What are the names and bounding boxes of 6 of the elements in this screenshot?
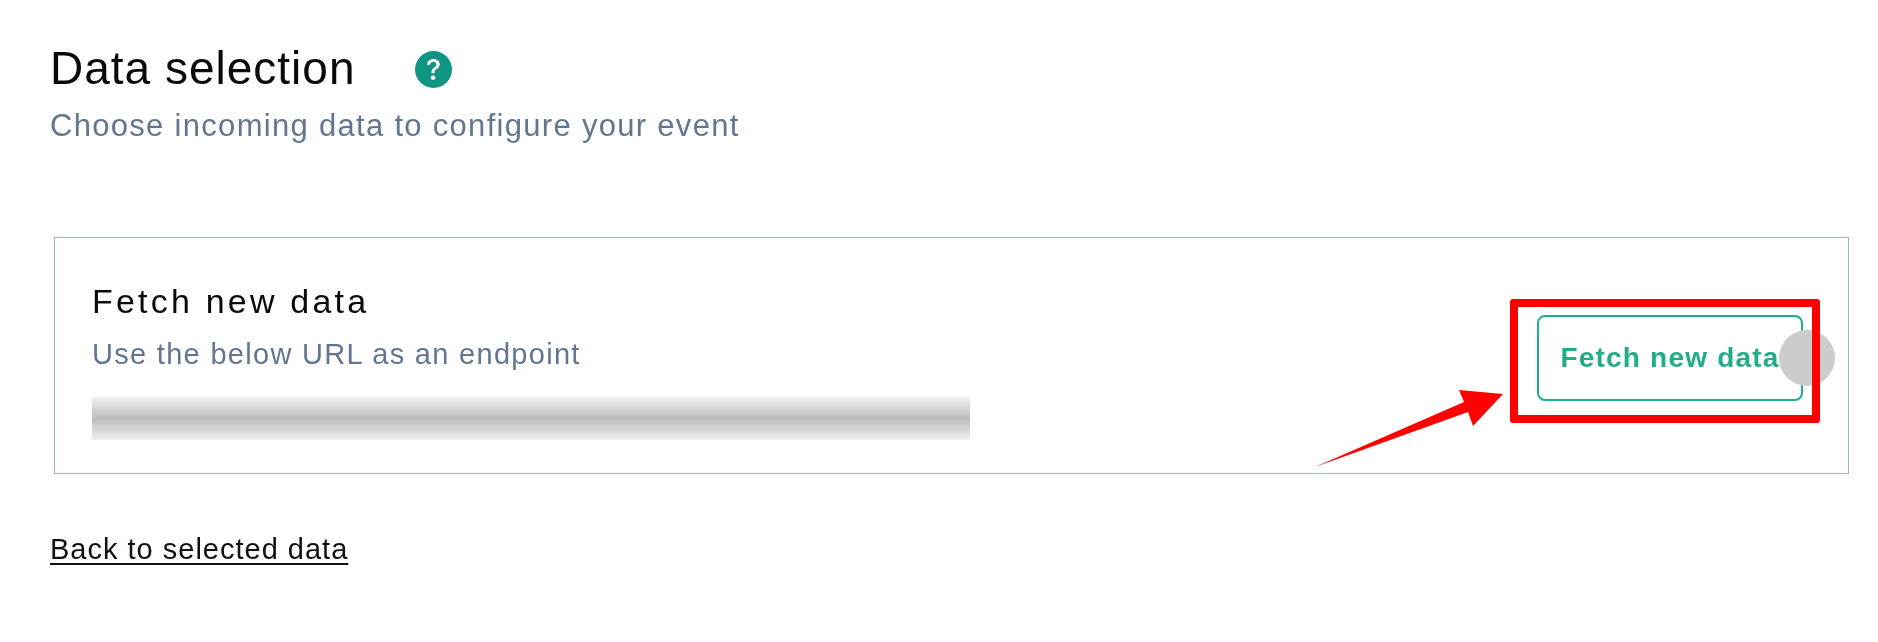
back-to-selected-data-link[interactable]: Back to selected data (50, 531, 349, 567)
help-icon[interactable] (414, 50, 452, 88)
page-subtitle: Choose incoming data to configure your event (50, 108, 740, 144)
card-description: Use the below URL as an endpoint (92, 337, 581, 372)
card-title: Fetch new data (92, 281, 370, 321)
page-title: Data selection (50, 41, 356, 96)
